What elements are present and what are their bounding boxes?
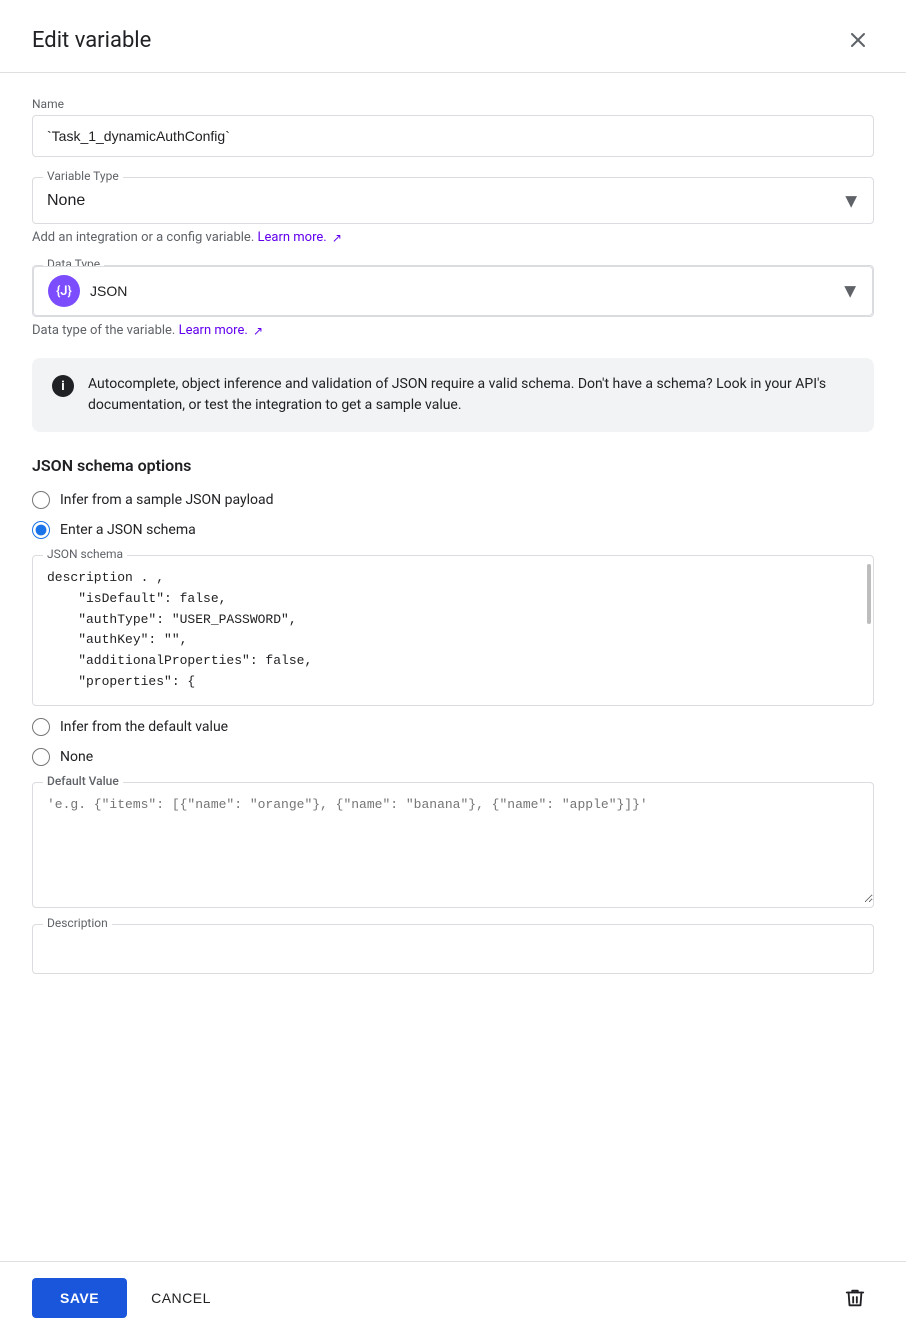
data-type-select-wrapper: Data Type {J} JSON String Integer Boolea…: [32, 265, 874, 317]
radio-enter-schema[interactable]: [32, 521, 50, 539]
data-type-external-link-icon: ↗: [253, 324, 263, 338]
variable-type-helper: Add an integration or a config variable.…: [32, 230, 874, 245]
info-box: i Autocomplete, object inference and val…: [32, 358, 874, 432]
radio-item-enter-schema[interactable]: Enter a JSON schema: [32, 521, 874, 539]
radio-label-none: None: [60, 749, 93, 765]
json-schema-label: JSON schema: [43, 547, 127, 561]
radio-infer-default[interactable]: [32, 718, 50, 736]
dialog-title: Edit variable: [32, 28, 151, 53]
radio-item-none[interactable]: None: [32, 748, 874, 766]
variable-type-learn-more-link[interactable]: Learn more. ↗: [257, 230, 342, 245]
delete-button[interactable]: [836, 1279, 874, 1317]
default-value-label: Default Value: [43, 774, 123, 788]
data-type-field-group: Data Type {J} JSON String Integer Boolea…: [32, 265, 874, 338]
json-schema-editor-section: JSON schema description . , "isDefault":…: [32, 555, 874, 706]
description-field-wrapper: Description: [32, 924, 874, 974]
json-schema-content[interactable]: description . , "isDefault": false, "aut…: [33, 556, 873, 705]
radio-infer-sample[interactable]: [32, 491, 50, 509]
default-value-wrapper: Default Value: [32, 782, 874, 908]
cancel-button[interactable]: CANCEL: [143, 1278, 219, 1318]
data-type-helper: Data type of the variable. Learn more. ↗: [32, 323, 874, 338]
radio-item-infer-sample[interactable]: Infer from a sample JSON payload: [32, 491, 874, 509]
scrollbar-thumb: [867, 564, 871, 624]
radio-label-enter-schema: Enter a JSON schema: [60, 522, 196, 538]
close-button[interactable]: [842, 24, 874, 56]
save-button[interactable]: SAVE: [32, 1278, 127, 1318]
dialog-footer: SAVE CANCEL: [0, 1261, 906, 1334]
variable-type-field-group: Variable Type None Integration Config ▼ …: [32, 177, 874, 245]
edit-variable-dialog: Edit variable Name Variable Type None In…: [0, 0, 906, 1334]
name-field-group: Name: [32, 97, 874, 157]
close-icon: [846, 28, 870, 52]
data-type-icon: {J}: [48, 275, 80, 307]
delete-icon: [844, 1287, 866, 1309]
json-schema-textarea-wrapper: JSON schema description . , "isDefault":…: [32, 555, 874, 706]
dialog-header: Edit variable: [0, 0, 906, 73]
json-schema-options-title: JSON schema options: [32, 456, 874, 475]
radio-item-infer-default[interactable]: Infer from the default value: [32, 718, 874, 736]
radio-label-infer-default: Infer from the default value: [60, 719, 228, 735]
data-type-select[interactable]: JSON String Integer Boolean List Map: [90, 283, 858, 299]
name-input[interactable]: [32, 115, 874, 157]
description-label: Description: [43, 916, 112, 930]
scrollbar[interactable]: [865, 556, 873, 705]
variable-type-label: Variable Type: [43, 169, 123, 183]
info-text: Autocomplete, object inference and valid…: [88, 374, 854, 416]
data-type-inner-wrapper: {J} JSON String Integer Boolean List Map…: [33, 266, 873, 316]
default-value-textarea[interactable]: [33, 783, 873, 903]
dialog-body: Name Variable Type None Integration Conf…: [0, 73, 906, 1261]
external-link-icon: ↗: [332, 231, 342, 245]
variable-type-select-wrapper: Variable Type None Integration Config ▼: [32, 177, 874, 224]
radio-none[interactable]: [32, 748, 50, 766]
json-schema-radio-group: Infer from a sample JSON payload Enter a…: [32, 491, 874, 766]
variable-type-select[interactable]: None Integration Config: [33, 178, 873, 223]
json-schema-options-section: JSON schema options Infer from a sample …: [32, 456, 874, 766]
info-icon: i: [52, 375, 74, 397]
radio-label-infer-sample: Infer from a sample JSON payload: [60, 492, 274, 508]
name-label: Name: [32, 97, 874, 111]
data-type-learn-more-link[interactable]: Learn more. ↗: [179, 323, 264, 338]
